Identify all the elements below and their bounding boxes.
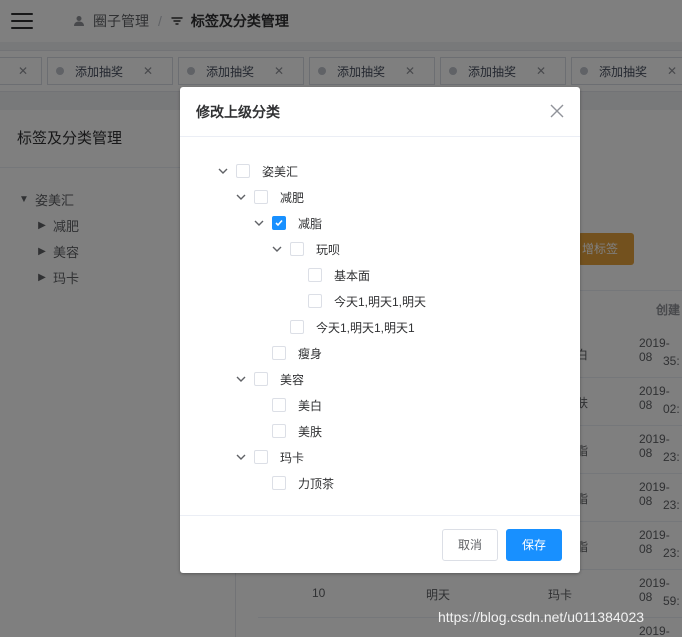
chevron-down-icon[interactable] [234,190,248,204]
tree-node-label: 玩呗 [316,242,341,257]
tree-node-label: 基本面 [334,268,371,283]
tree-node-label: 力顶茶 [298,476,335,491]
tree-node[interactable]: 美肤 [252,420,322,442]
save-button[interactable]: 保存 [506,529,562,561]
close-icon[interactable] [549,103,565,119]
tree-node-label: 减脂 [298,216,323,231]
tree-node[interactable]: 力顶茶 [252,472,334,494]
tree-node-label: 今天1,明天1,明天 [334,294,427,309]
chevron-down-icon[interactable] [234,372,248,386]
tree-node[interactable]: 美白 [252,394,322,416]
chevron-down-icon[interactable] [252,216,266,230]
tree-node[interactable]: 瘦身 [252,342,322,364]
category-select-tree: 姿美汇 减肥 减脂 玩呗 基本面 今天1,明天1,明天 今天1,明天1,明天1 … [180,138,580,516]
tree-checkbox[interactable] [254,450,268,464]
dialog-title: 修改上级分类 [196,103,280,120]
watermark-text: https://blog.csdn.net/u011384023 [438,609,645,625]
tree-node-label: 玛卡 [280,450,305,465]
tree-node[interactable]: 美容 [234,368,304,390]
check-icon [275,219,283,227]
tree-node[interactable]: 减肥 [234,186,304,208]
dialog-header: 修改上级分类 [180,87,580,137]
tree-checkbox[interactable] [254,372,268,386]
tree-node[interactable]: 姿美汇 [216,160,298,182]
tree-node-label: 美白 [298,398,323,413]
tree-checkbox-checked[interactable] [272,216,286,230]
tree-checkbox[interactable] [272,346,286,360]
chevron-down-icon[interactable] [216,164,230,178]
tree-checkbox[interactable] [272,398,286,412]
tree-node[interactable]: 玩呗 [270,238,340,260]
tree-checkbox[interactable] [254,190,268,204]
tree-node-label: 减肥 [280,190,305,205]
cancel-button[interactable]: 取消 [442,529,498,561]
tree-node[interactable]: 基本面 [288,264,370,286]
tree-checkbox[interactable] [236,164,250,178]
tree-node[interactable]: 减脂 [252,212,322,234]
chevron-down-icon[interactable] [234,450,248,464]
dialog-footer: 取消 保存 [180,517,580,573]
tree-node[interactable]: 玛卡 [234,446,304,468]
tree-node-label: 美容 [280,372,305,387]
tree-node[interactable]: 今天1,明天1,明天 [288,290,426,312]
tree-node-label: 瘦身 [298,346,323,361]
tree-node[interactable]: 今天1,明天1,明天1 [270,316,415,338]
tree-node-label: 姿美汇 [262,164,299,179]
tree-checkbox[interactable] [272,424,286,438]
tree-checkbox[interactable] [290,320,304,334]
tree-node-label: 今天1,明天1,明天1 [316,320,415,335]
tree-checkbox[interactable] [308,268,322,282]
chevron-down-icon[interactable] [270,242,284,256]
tree-checkbox[interactable] [272,476,286,490]
tree-checkbox[interactable] [308,294,322,308]
tree-node-label: 美肤 [298,424,323,439]
edit-parent-category-dialog: 修改上级分类 姿美汇 减肥 减脂 玩呗 基本面 今天1,明天1,明天 今天1,明… [180,87,580,573]
tree-checkbox[interactable] [290,242,304,256]
